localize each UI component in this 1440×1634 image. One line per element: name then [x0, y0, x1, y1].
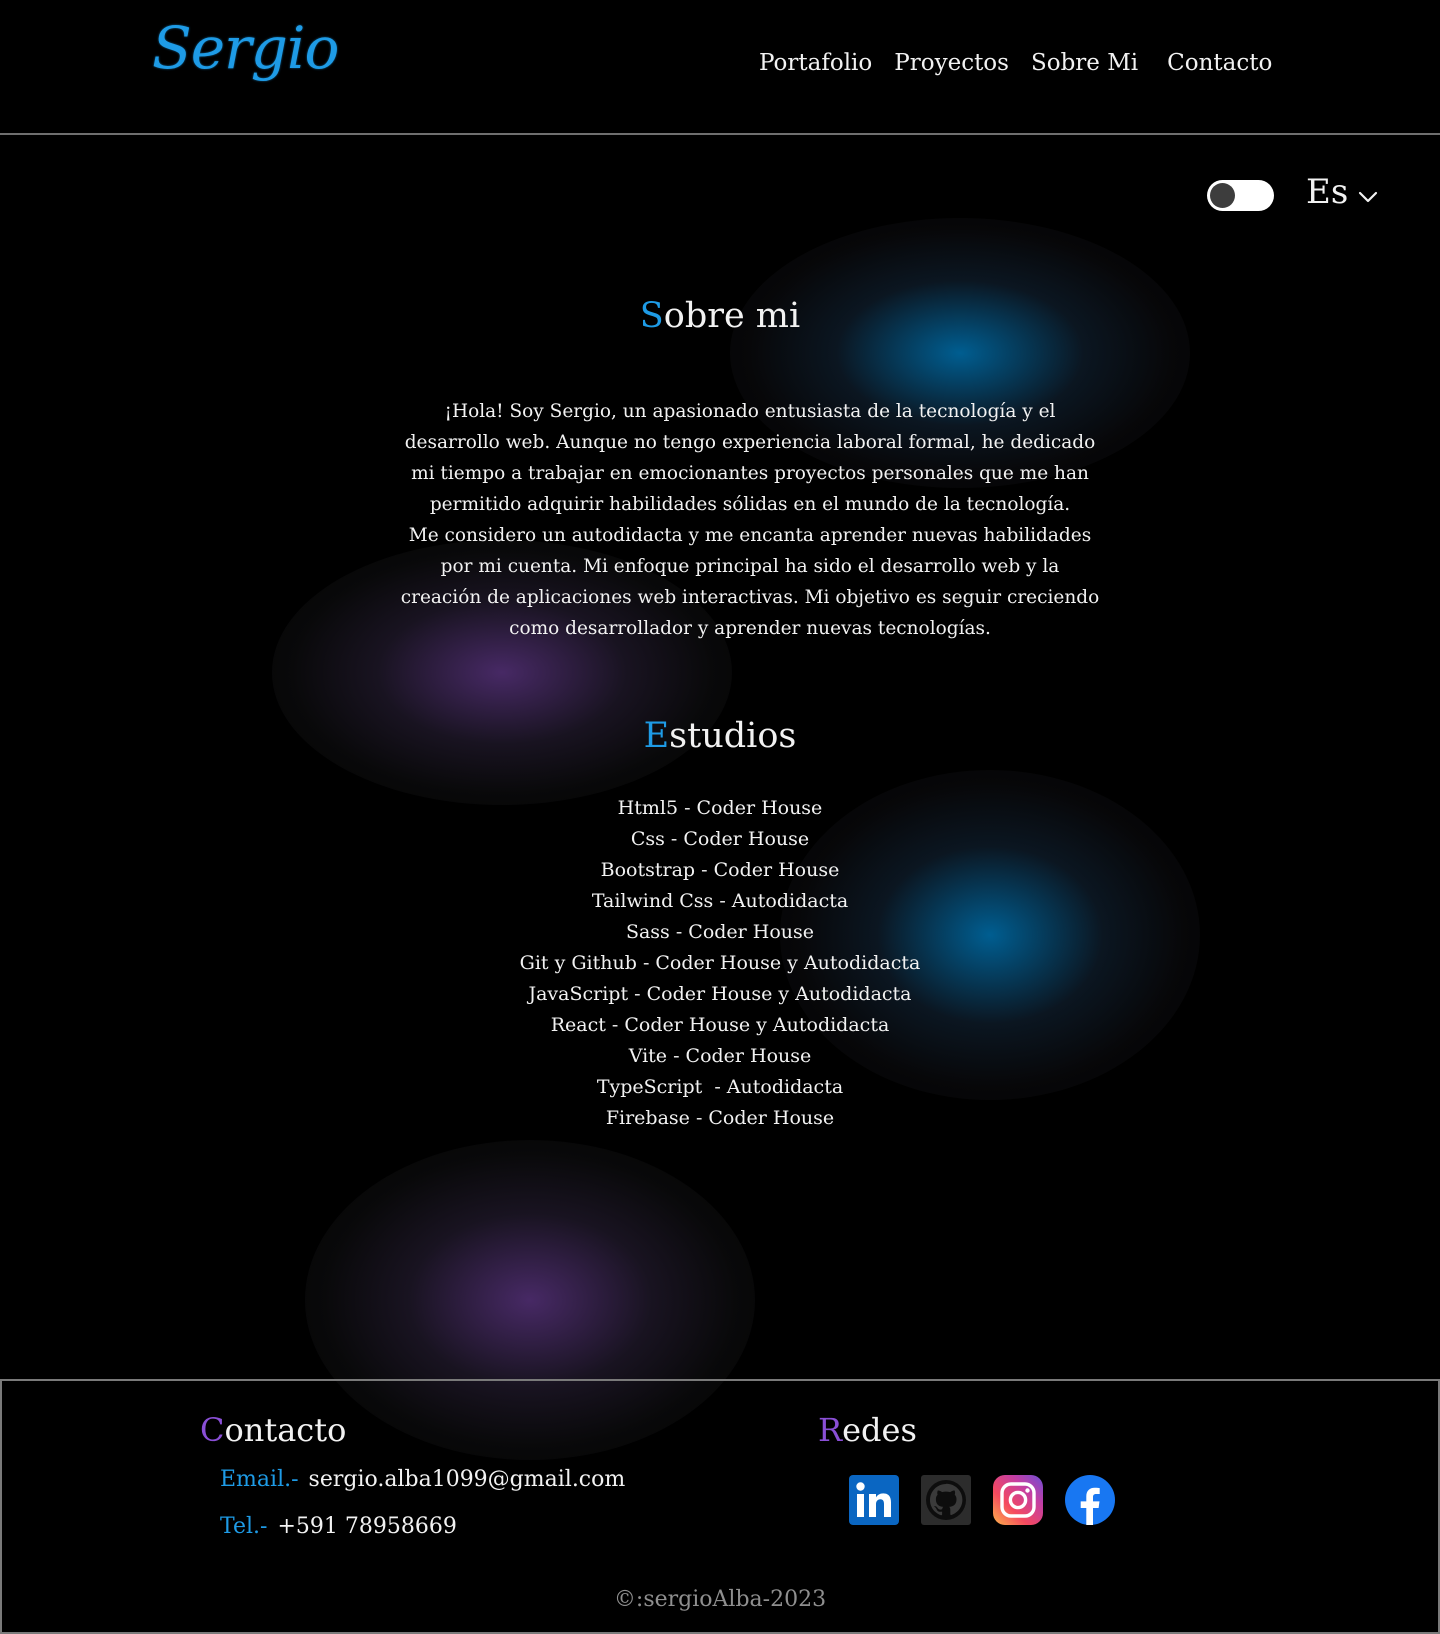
email-label: Email.- — [220, 1467, 299, 1492]
about-paragraph: Me considero un autodidacta y me encanta… — [400, 525, 1100, 639]
footer-contact-title-rest: ontacto — [224, 1411, 347, 1449]
studies-item: Html5 - Coder House — [617, 797, 823, 819]
studies-item: React - Coder House y Autodidacta — [550, 1014, 890, 1036]
site-footer: Contacto Email.- sergio.alba1099@gmail.co… — [0, 1379, 1440, 1634]
nav-link-portafolio[interactable]: Portafolio — [759, 50, 872, 76]
theme-toggle-knob — [1210, 183, 1235, 208]
studies-item: Sass - Coder House — [625, 921, 815, 943]
logo[interactable]: Sergio — [152, 14, 339, 82]
nav-link-proyectos[interactable]: Proyectos — [894, 50, 1009, 76]
tel-value[interactable]: +591 78958669 — [277, 1514, 456, 1539]
studies-item: Firebase - Coder House — [605, 1107, 835, 1129]
about-title: Sobre mi — [0, 296, 1440, 336]
footer-contact-title-initial: C — [200, 1411, 225, 1449]
about-text: ¡Hola! Soy Sergio, un apasionado entusia… — [400, 396, 1100, 644]
instagram-icon[interactable] — [993, 1475, 1043, 1525]
about-paragraph: ¡Hola! Soy Sergio, un apasionado entusia… — [404, 401, 1096, 515]
language-label: Es — [1306, 172, 1349, 212]
studies-item: Git y Github - Coder House y Autodidacta — [519, 952, 921, 974]
github-icon[interactable] — [921, 1475, 971, 1525]
about-title-rest: obre mi — [663, 296, 801, 336]
about-title-initial: S — [639, 296, 664, 336]
nav-link-sobre-mi[interactable]: Sobre Mi — [1031, 50, 1138, 76]
copyright: ©:sergioAlba-2023 — [613, 1587, 827, 1612]
site-header: Sergio Portafolio Proyectos Sobre Mi Con… — [0, 0, 1440, 135]
email-value[interactable]: sergio.alba1099@gmail.com — [309, 1467, 626, 1492]
facebook-icon[interactable] — [1065, 1475, 1115, 1525]
theme-toggle[interactable] — [1207, 180, 1274, 211]
studies-item: TypeScript - Autodidacta — [596, 1076, 844, 1098]
studies-item: Css - Coder House — [630, 828, 810, 850]
email-line: Email.- sergio.alba1099@gmail.com — [220, 1467, 625, 1492]
tel-label: Tel.- — [220, 1514, 268, 1539]
main-nav: Portafolio Proyectos Sobre Mi Contacto — [759, 50, 1272, 76]
linkedin-icon[interactable] — [849, 1475, 899, 1525]
chevron-down-icon — [1359, 191, 1378, 203]
studies-item: Vite - Coder House — [628, 1045, 812, 1067]
social-links — [849, 1475, 1115, 1525]
studies-list: Html5 - Coder House Css - Coder House Bo… — [0, 793, 1440, 1134]
studies-item: Tailwind Css - Autodidacta — [591, 890, 849, 912]
tel-line: Tel.- +591 78958669 — [220, 1514, 457, 1539]
nav-link-contacto[interactable]: Contacto — [1167, 50, 1272, 76]
language-select[interactable]: Es — [1306, 172, 1378, 212]
studies-item: Bootstrap - Coder House — [600, 859, 840, 881]
footer-social-title-initial: R — [818, 1411, 843, 1449]
studies-title-initial: E — [643, 716, 670, 756]
footer-contact-title: Contacto — [200, 1411, 346, 1449]
footer-social-title-rest: edes — [842, 1411, 917, 1449]
studies-title: Estudios — [0, 716, 1440, 756]
footer-social-title: Redes — [818, 1411, 917, 1449]
studies-item: JavaScript - Coder House y Autodidacta — [528, 983, 912, 1005]
studies-title-rest: studios — [669, 716, 797, 756]
